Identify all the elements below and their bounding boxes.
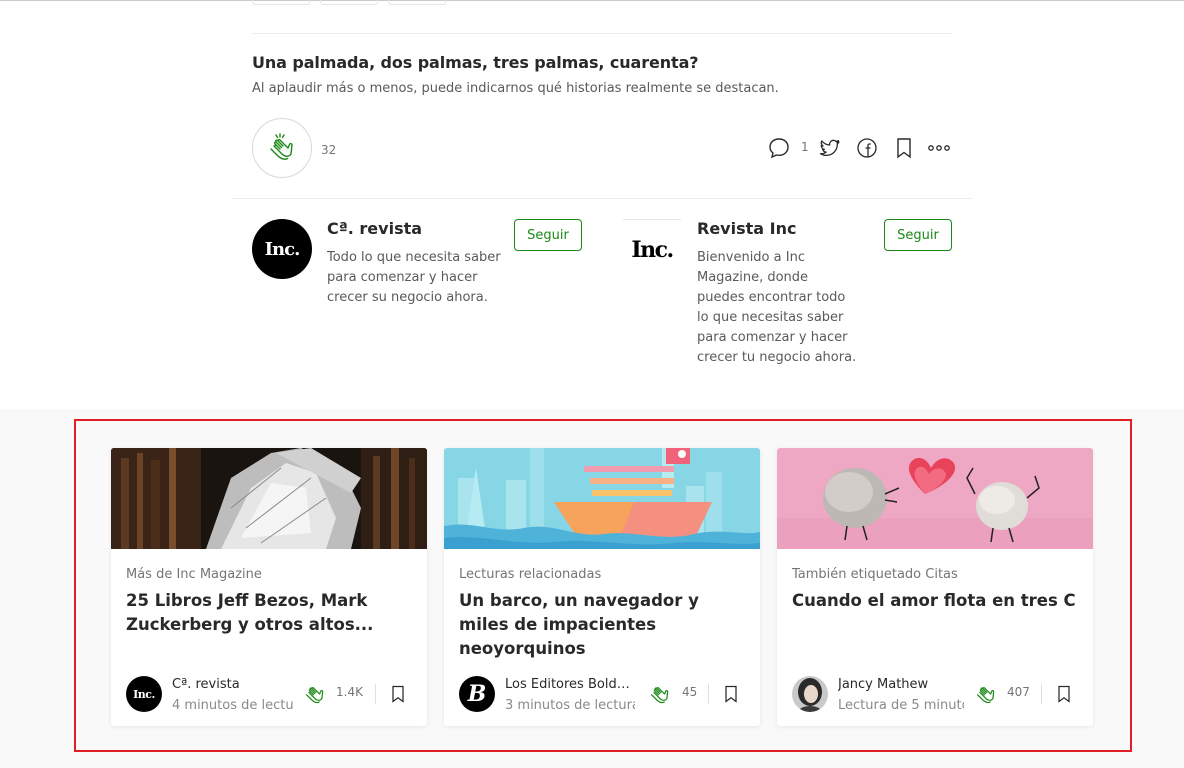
card-read-time: Lectura de 5 minutos <box>838 698 964 713</box>
follow-button[interactable]: Seguir <box>884 219 952 251</box>
story-card[interactable]: Lecturas relacionadas Un barco, un naveg… <box>444 448 760 726</box>
card-title[interactable]: 25 Libros Jeff Bezos, Mark Zuckerberg y … <box>126 589 416 637</box>
response-count: 1 <box>801 140 809 154</box>
avatar[interactable] <box>792 676 828 712</box>
publication-description: Bienvenido a Inc Magazine, donde puedes … <box>697 250 857 365</box>
card-title[interactable]: Un barco, un navegador y miles de impaci… <box>459 589 749 661</box>
story-card[interactable]: También etiquetado Citas Cuando el amor … <box>777 448 1093 726</box>
card-read-time: 3 minutos de lectura <box>505 698 635 713</box>
publication-logo-inc-wordmark[interactable]: Inc. <box>623 219 681 279</box>
divider <box>252 33 952 34</box>
publication-name[interactable]: Revista Inc <box>697 219 796 238</box>
clap-icon[interactable] <box>302 681 328 707</box>
card-kicker[interactable]: Lecturas relacionadas <box>459 567 601 582</box>
response-button[interactable] <box>766 135 792 161</box>
avatar[interactable]: Inc. <box>126 676 162 712</box>
publication-description: Todo lo que necesita saber para comenzar… <box>327 250 501 305</box>
tag-chips-remnant <box>252 0 446 5</box>
card-image-book-pages[interactable] <box>111 448 427 549</box>
more-options-button[interactable] <box>926 135 952 161</box>
publication-logo-inc-round[interactable]: Inc. <box>252 219 312 279</box>
bookmark-icon[interactable] <box>722 684 740 704</box>
card-read-time: 4 minutos de lectura <box>172 698 294 713</box>
share-facebook-button[interactable] <box>854 135 880 161</box>
clap-count: 32 <box>321 143 337 157</box>
card-image-boat-illustration[interactable] <box>444 448 760 549</box>
bookmark-icon[interactable] <box>1055 684 1073 704</box>
story-card[interactable]: Más de Inc Magazine 25 Libros Jeff Bezos… <box>111 448 427 726</box>
bookmark-button[interactable] <box>891 135 917 161</box>
card-author[interactable]: Cª. revista <box>172 677 297 692</box>
clap-icon[interactable] <box>647 681 673 707</box>
bookmark-icon <box>897 138 911 159</box>
bookmark-icon[interactable] <box>389 684 407 704</box>
facebook-icon <box>857 138 877 158</box>
avatar[interactable]: B <box>459 676 495 712</box>
card-clap-count: 1.4K <box>336 685 363 699</box>
card-kicker[interactable]: Más de Inc Magazine <box>126 567 262 582</box>
divider <box>1041 684 1042 704</box>
twitter-icon <box>819 139 840 157</box>
card-clap-count: 407 <box>1007 685 1030 699</box>
card-author[interactable]: Jancy Mathew <box>838 677 963 692</box>
card-clap-count: 45 <box>682 685 698 699</box>
clap-button[interactable] <box>252 118 312 178</box>
card-kicker[interactable]: También etiquetado Citas <box>792 567 958 582</box>
divider <box>375 684 376 704</box>
divider <box>232 198 972 199</box>
follow-button[interactable]: Seguir <box>514 219 582 251</box>
clap-icon <box>270 133 293 160</box>
clap-prompt-title: Una palmada, dos palmas, tres palmas, cu… <box>252 53 699 72</box>
response-icon <box>769 138 789 159</box>
clap-icon[interactable] <box>973 681 999 707</box>
browser-top-edge <box>0 0 1184 4</box>
card-author[interactable]: Los Editores Bold Italic <box>505 677 630 692</box>
more-icon <box>928 145 950 151</box>
card-image-stones-heart[interactable] <box>777 448 1093 549</box>
card-title[interactable]: Cuando el amor flota en tres C <box>792 589 1082 613</box>
publication-name[interactable]: Cª. revista <box>327 219 422 238</box>
share-twitter-button[interactable] <box>817 135 843 161</box>
clap-prompt-subtitle: Al aplaudir más o menos, puede indicarno… <box>252 81 779 96</box>
divider <box>708 684 709 704</box>
